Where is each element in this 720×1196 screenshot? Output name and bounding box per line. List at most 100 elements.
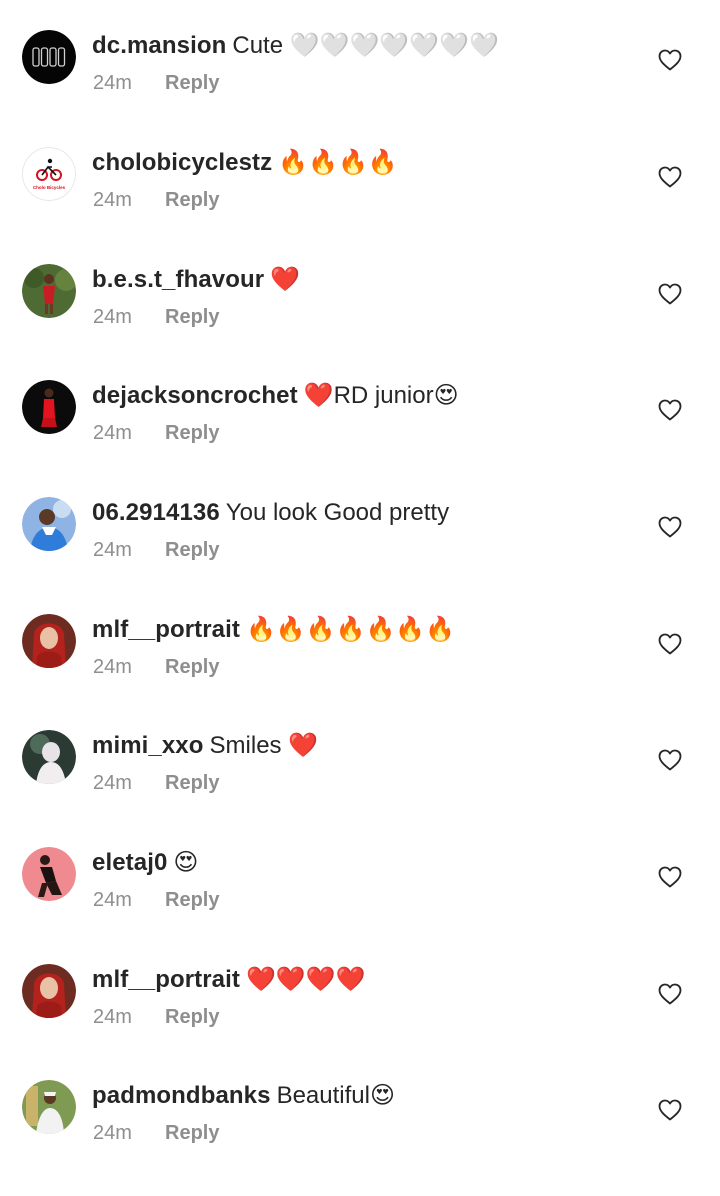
- comment-meta: 24m Reply: [93, 654, 219, 680]
- avatar[interactable]: Cholo Bicycles: [22, 147, 76, 201]
- comment-line: dc.mansion Cute 🤍🤍🤍🤍🤍🤍🤍: [92, 29, 630, 63]
- comment-item: mlf__portrait 🔥🔥🔥🔥🔥🔥🔥 24m Reply: [0, 614, 720, 730]
- comment-item: mlf__portrait ❤️❤️❤️❤️ 24m Reply: [0, 964, 720, 1080]
- reply-button[interactable]: Reply: [165, 772, 219, 794]
- comment-meta: 24m Reply: [93, 1004, 219, 1030]
- avatar[interactable]: [22, 264, 76, 318]
- comment-text: 🔥🔥🔥🔥🔥🔥🔥: [246, 616, 456, 643]
- like-button[interactable]: [658, 983, 684, 1007]
- username[interactable]: mlf__portrait: [92, 616, 240, 643]
- reply-button[interactable]: Reply: [165, 539, 219, 561]
- username[interactable]: dejacksoncrochet: [92, 382, 298, 409]
- like-button[interactable]: [658, 633, 684, 657]
- reply-button[interactable]: Reply: [165, 889, 219, 911]
- comment-meta: 24m Reply: [93, 304, 219, 330]
- comment-text: Smiles ❤️: [209, 732, 319, 759]
- avatar[interactable]: [22, 614, 76, 668]
- avatar[interactable]: [22, 30, 76, 84]
- comment-line: mimi_xxo Smiles ❤️: [92, 729, 630, 763]
- like-button[interactable]: [658, 283, 684, 307]
- comment-text: ❤️RD junior😍: [303, 382, 459, 409]
- reply-button[interactable]: Reply: [165, 1122, 219, 1144]
- like-button[interactable]: [658, 866, 684, 890]
- comment-list: dc.mansion Cute 🤍🤍🤍🤍🤍🤍🤍 24m Reply Cholo Bi…: [0, 0, 720, 1144]
- username[interactable]: dc.mansion: [92, 32, 226, 59]
- reply-button[interactable]: Reply: [165, 72, 219, 94]
- like-button[interactable]: [658, 749, 684, 773]
- comment-item: Cholo Bicycles cholobicyclestz 🔥🔥🔥🔥 24m Re…: [0, 147, 720, 263]
- timestamp: 24m: [93, 772, 132, 794]
- username[interactable]: eletaj0: [92, 849, 167, 876]
- avatar[interactable]: [22, 730, 76, 784]
- heart-outline-icon: [658, 866, 682, 888]
- timestamp: 24m: [93, 539, 132, 561]
- avatar-image: [22, 497, 76, 551]
- timestamp: 24m: [93, 306, 132, 328]
- comment-text: Beautiful😍: [276, 1082, 395, 1109]
- comment-item: b.e.s.t_fhavour ❤️ 24m Reply: [0, 264, 720, 380]
- heart-outline-icon: [658, 633, 682, 655]
- heart-outline-icon: [658, 166, 682, 188]
- comment-line: b.e.s.t_fhavour ❤️: [92, 263, 630, 297]
- avatar-image: [22, 380, 76, 434]
- avatar-image: [22, 847, 76, 901]
- comment-meta: 24m Reply: [93, 187, 219, 213]
- avatar[interactable]: [22, 1080, 76, 1134]
- avatar[interactable]: [22, 497, 76, 551]
- comment-line: dejacksoncrochet ❤️RD junior😍: [92, 379, 630, 413]
- comment-text: Cute 🤍🤍🤍🤍🤍🤍🤍: [232, 32, 499, 59]
- like-button[interactable]: [658, 49, 684, 73]
- reply-button[interactable]: Reply: [165, 1006, 219, 1028]
- like-button[interactable]: [658, 516, 684, 540]
- comment-meta: 24m Reply: [93, 770, 219, 796]
- comment-meta: 24m Reply: [93, 70, 219, 96]
- avatar-image: [22, 30, 76, 84]
- username[interactable]: mlf__portrait: [92, 966, 240, 993]
- username[interactable]: b.e.s.t_fhavour: [92, 266, 264, 293]
- avatar-image: [22, 964, 76, 1018]
- heart-outline-icon: [658, 749, 682, 771]
- comment-item: dejacksoncrochet ❤️RD junior😍 24m Reply: [0, 380, 720, 496]
- avatar[interactable]: [22, 964, 76, 1018]
- username[interactable]: padmondbanks: [92, 1082, 271, 1109]
- heart-outline-icon: [658, 983, 682, 1005]
- avatar-logo-text: Cholo Bicycles: [33, 185, 66, 190]
- reply-button[interactable]: Reply: [165, 656, 219, 678]
- timestamp: 24m: [93, 1122, 132, 1144]
- comment-line: mlf__portrait ❤️❤️❤️❤️: [92, 963, 630, 997]
- comment-meta: 24m Reply: [93, 537, 219, 563]
- username[interactable]: mimi_xxo: [92, 732, 204, 759]
- comment-item: dc.mansion Cute 🤍🤍🤍🤍🤍🤍🤍 24m Reply: [0, 30, 720, 146]
- timestamp: 24m: [93, 189, 132, 211]
- comment-item: 06.2914136 You look Good pretty 24m Reply: [0, 497, 720, 613]
- comment-line: padmondbanks Beautiful😍: [92, 1079, 630, 1113]
- heart-outline-icon: [658, 49, 682, 71]
- reply-button[interactable]: Reply: [165, 306, 219, 328]
- comment-text: You look Good pretty: [225, 499, 450, 526]
- comment-item: padmondbanks Beautiful😍 24m Reply: [0, 1080, 720, 1196]
- username[interactable]: 06.2914136: [92, 499, 220, 526]
- like-button[interactable]: [658, 399, 684, 423]
- reply-button[interactable]: Reply: [165, 422, 219, 444]
- avatar[interactable]: [22, 380, 76, 434]
- comment-item: mimi_xxo Smiles ❤️ 24m Reply: [0, 730, 720, 846]
- timestamp: 24m: [93, 72, 132, 94]
- timestamp: 24m: [93, 422, 132, 444]
- reply-button[interactable]: Reply: [165, 189, 219, 211]
- comment-item: eletaj0 😍 24m Reply: [0, 847, 720, 963]
- timestamp: 24m: [93, 656, 132, 678]
- username[interactable]: cholobicyclestz: [92, 149, 272, 176]
- comment-line: 06.2914136 You look Good pretty: [92, 496, 630, 530]
- comment-line: cholobicyclestz 🔥🔥🔥🔥: [92, 146, 630, 180]
- comment-text: ❤️: [270, 266, 301, 293]
- comment-line: eletaj0 😍: [92, 846, 630, 880]
- avatar-image: [22, 730, 76, 784]
- comment-text: 😍: [173, 849, 199, 876]
- like-button[interactable]: [658, 1099, 684, 1123]
- heart-outline-icon: [658, 516, 682, 538]
- comment-text: 🔥🔥🔥🔥: [278, 149, 398, 176]
- comment-text: ❤️❤️❤️❤️: [246, 966, 366, 993]
- like-button[interactable]: [658, 166, 684, 190]
- avatar[interactable]: [22, 847, 76, 901]
- avatar-image: [22, 264, 76, 318]
